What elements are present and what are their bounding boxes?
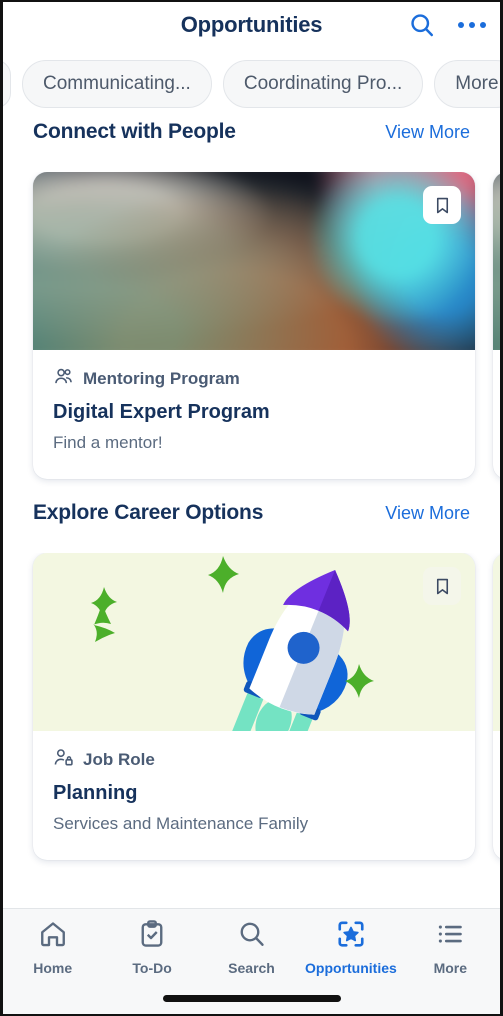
page-title: Opportunities (180, 12, 323, 37)
tab-label: Home (33, 960, 73, 976)
view-more-link-connect[interactable]: View More (385, 122, 470, 143)
bottom-tab-bar: Home To-Do Search Opportunities More (3, 908, 500, 1014)
list-bullet-icon (435, 919, 465, 954)
filter-chip-partial[interactable] (3, 60, 11, 108)
card-carousel-career[interactable]: Job Role Planning Services and Maintenan… (3, 553, 500, 882)
bookmark-icon[interactable] (423, 186, 461, 224)
section-title: Explore Career Options (33, 501, 264, 524)
card-body (493, 731, 500, 782)
blurred-portrait-photo (33, 172, 475, 350)
card-subtitle: Services and Maintenance Family (53, 814, 309, 833)
card-body: Job Role Planning Services and Maintenan… (33, 731, 475, 860)
card-title: Digital Expert Program (53, 401, 270, 423)
section-connect-with-people: Connect with People View More Mentoring … (3, 120, 500, 501)
tab-label: Opportunities (305, 960, 397, 976)
home-indicator (162, 995, 341, 1002)
home-icon (38, 919, 68, 954)
card-title: Planning (53, 782, 138, 804)
card-body (493, 350, 500, 401)
section-explore-career-options: Explore Career Options View More Job Rol… (3, 501, 500, 882)
card-media (33, 172, 475, 350)
opportunity-card-peek[interactable] (493, 553, 500, 860)
tab-home[interactable]: Home (3, 919, 102, 976)
tab-todo[interactable]: To-Do (102, 919, 201, 976)
bookmark-icon[interactable] (423, 567, 461, 605)
opportunity-card[interactable]: Job Role Planning Services and Maintenan… (33, 553, 475, 860)
card-kicker-label: Job Role (83, 750, 155, 769)
card-kicker-label: Mentoring Program (83, 369, 240, 388)
card-media (493, 553, 500, 731)
clipboard-check-icon (137, 919, 167, 954)
star-scan-icon (336, 919, 366, 954)
content-scroll-area[interactable]: Connect with People View More Mentoring … (3, 120, 500, 908)
tab-label: To-Do (132, 960, 172, 976)
rocket-launch-illustration (33, 553, 475, 731)
search-icon[interactable] (408, 11, 436, 39)
card-subtitle: Find a mentor! (53, 433, 163, 452)
blurred-photo-peek (493, 172, 500, 350)
section-header: Explore Career Options View More (3, 501, 500, 553)
filter-chip-coordinating[interactable]: Coordinating Pro... (222, 60, 424, 108)
card-media (33, 553, 475, 731)
app-header: Opportunities (3, 2, 500, 48)
illustration-peek (493, 553, 500, 731)
search-icon (237, 919, 267, 954)
card-kicker: Mentoring Program (53, 366, 455, 392)
section-header: Connect with People View More (3, 120, 500, 172)
two-people-icon (53, 366, 74, 392)
tab-search[interactable]: Search (202, 919, 301, 976)
filter-chip-more[interactable]: More (434, 60, 500, 108)
tab-list: Home To-Do Search Opportunities More (3, 909, 500, 985)
card-carousel-connect[interactable]: Mentoring Program Digital Expert Program… (3, 172, 500, 501)
filter-chip-communicating[interactable]: Communicating... (22, 60, 212, 108)
opportunity-card[interactable]: Mentoring Program Digital Expert Program… (33, 172, 475, 479)
person-lock-icon (53, 747, 74, 773)
tab-more[interactable]: More (401, 919, 500, 976)
card-kicker: Job Role (53, 747, 455, 773)
header-actions (408, 2, 486, 48)
view-more-link-career[interactable]: View More (385, 503, 470, 524)
section-title: Connect with People (33, 120, 236, 143)
card-body: Mentoring Program Digital Expert Program… (33, 350, 475, 479)
filter-chips-row[interactable]: Communicating... Coordinating Pro... Mor… (3, 48, 500, 120)
phone-screen: Opportunities Communicating... Coordinat… (0, 0, 503, 1016)
tab-label: Search (228, 960, 275, 976)
more-horizontal-icon[interactable] (458, 22, 486, 28)
tab-label: More (433, 960, 468, 976)
opportunity-card-peek[interactable] (493, 172, 500, 479)
tab-opportunities[interactable]: Opportunities (301, 919, 400, 976)
card-media (493, 172, 500, 350)
